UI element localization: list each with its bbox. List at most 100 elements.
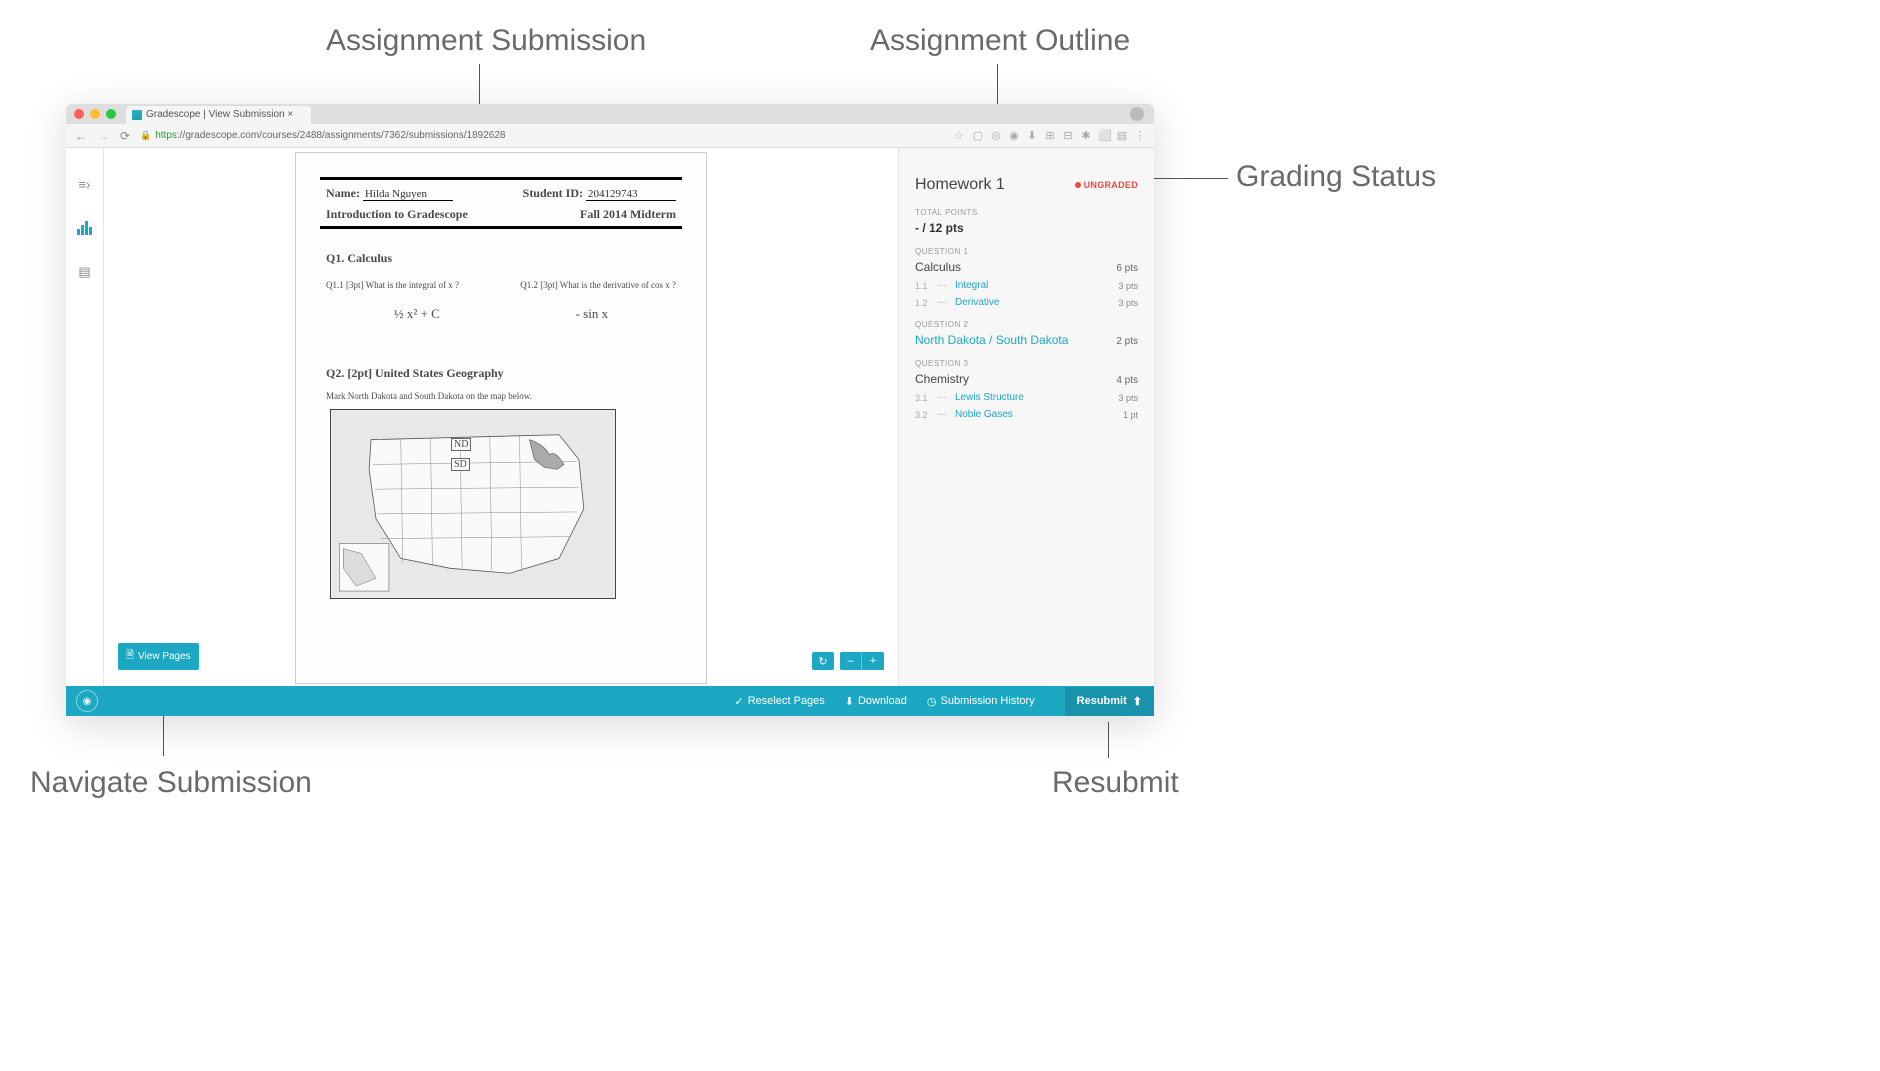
dash-icon: — — [937, 409, 947, 420]
tab-title: Gradescope | View Submission × — [146, 106, 293, 124]
upload-icon: ⬆ — [1133, 695, 1142, 708]
dash-icon: — — [937, 297, 947, 308]
resubmit-button[interactable]: Resubmit ⬆ — [1065, 687, 1154, 716]
q3-2-pts: 1 pt — [1123, 410, 1138, 420]
q3-1-pts: 3 pts — [1118, 393, 1138, 403]
profile-avatar-icon[interactable] — [1130, 107, 1144, 121]
q3-1-link[interactable]: Lewis Structure — [955, 392, 1110, 403]
browser-tab[interactable]: Gradescope | View Submission × — [126, 106, 311, 124]
assignment-title: Homework 1 — [915, 176, 1005, 194]
view-pages-label: View Pages — [138, 651, 191, 662]
q2-title: Q2. [2pt] United States Geography — [326, 366, 676, 381]
q1-answers: ½ x² + C - sin x — [326, 306, 676, 322]
callout-submission: Assignment Submission — [326, 24, 646, 58]
q2-label: QUESTION 2 — [915, 320, 1138, 329]
download-icon: ⬇ — [845, 695, 854, 708]
q1-pts: 6 pts — [1116, 263, 1138, 274]
q1-2-prompt: Q1.2 [3pt] What is the derivative of cos… — [520, 280, 676, 290]
maximize-window-button[interactable] — [106, 109, 116, 119]
q2-desc: Mark North Dakota and South Dakota on th… — [326, 391, 676, 401]
q3-label: QUESTION 3 — [915, 359, 1138, 368]
browser-window: Gradescope | View Submission × ← → ⟳ 🔒 h… — [66, 104, 1154, 716]
zoom-in-button[interactable]: + — [862, 652, 884, 670]
q3-pts: 4 pts — [1116, 375, 1138, 386]
q1-name: Calculus — [915, 260, 961, 274]
outline-header: Homework 1 UNGRADED — [915, 176, 1138, 194]
history-label: Submission History — [941, 695, 1035, 707]
view-pages-button[interactable]: 🗎 View Pages — [118, 643, 199, 670]
clock-icon: ◷ — [927, 695, 937, 708]
course-title: Introduction to Gradescope — [326, 207, 468, 222]
url-protocol: https — [155, 130, 177, 141]
menu-icon[interactable]: ⋮ — [1134, 129, 1146, 142]
dash-icon: — — [937, 392, 947, 403]
document-viewer: Name: Hilda Nguyen Student ID: 204129743… — [104, 148, 898, 686]
callout-grading-status: Grading Status — [1236, 160, 1436, 194]
q2-link[interactable]: North Dakota / South Dakota — [915, 333, 1068, 347]
q1-1-link[interactable]: Integral — [955, 280, 1110, 291]
q2-pts: 2 pts — [1116, 336, 1138, 347]
ext-icon[interactable]: ⬇ — [1026, 129, 1038, 142]
callout-outline: Assignment Outline — [870, 24, 1130, 58]
callout-navigate: Navigate Submission — [30, 766, 312, 800]
term-label: Fall 2014 Midterm — [580, 207, 676, 222]
user-icon[interactable]: ◉ — [76, 690, 98, 712]
rotate-button[interactable]: ↻ — [812, 652, 834, 670]
left-sidebar: ≡› ▤ — [66, 148, 104, 686]
q3-2-link[interactable]: Noble Gases — [955, 409, 1115, 420]
titlebar: Gradescope | View Submission × — [66, 104, 1154, 124]
reload-button[interactable]: ⟳ — [118, 129, 132, 143]
doc-title-row: Introduction to Gradescope Fall 2014 Mid… — [326, 203, 676, 226]
map-nd-label: ND — [451, 438, 471, 451]
close-window-button[interactable] — [74, 109, 84, 119]
student-name: Hilda Nguyen — [363, 188, 453, 201]
back-button[interactable]: ← — [74, 129, 88, 143]
stats-icon[interactable] — [77, 220, 93, 236]
zoom-out-button[interactable]: – — [840, 652, 862, 670]
callout-line — [1108, 722, 1109, 758]
submission-page[interactable]: Name: Hilda Nguyen Student ID: 204129743… — [295, 152, 707, 684]
total-points-label: TOTAL POINTS — [915, 208, 1138, 217]
student-id: 204129743 — [586, 188, 676, 201]
star-icon[interactable]: ☆ — [954, 129, 964, 142]
map-sd-label: SD — [451, 458, 470, 471]
ext-icon[interactable]: ✱ — [1080, 129, 1092, 142]
doc-header: Name: Hilda Nguyen Student ID: 204129743 — [326, 180, 676, 203]
extension-icons: ▢ ◎ ◉ ⬇ ⊞ ⊟ ✱ ⬜ ▤ ⋮ — [972, 129, 1146, 142]
url-path: ://gradescope.com/courses/2488/assignmen… — [177, 130, 506, 141]
tab-favicon — [132, 110, 142, 120]
browser-toolbar: ← → ⟳ 🔒 https://gradescope.com/courses/2… — [66, 124, 1154, 148]
lock-icon: 🔒 — [140, 130, 151, 141]
download-button[interactable]: ⬇ Download — [845, 695, 907, 708]
q1-2-pts: 3 pts — [1118, 298, 1138, 308]
forward-button[interactable]: → — [96, 129, 110, 143]
ext-icon[interactable]: ⊞ — [1044, 129, 1056, 142]
assignment-outline-panel: Homework 1 UNGRADED TOTAL POINTS - / 12 … — [898, 148, 1154, 686]
zoom-controls: ↻ – + — [812, 652, 884, 670]
document-icon: 🗎 — [126, 648, 134, 665]
sub-num: 3.1 — [915, 393, 929, 403]
status-dot-icon — [1075, 182, 1081, 188]
ext-icon[interactable]: ◉ — [1008, 129, 1020, 142]
submission-history-button[interactable]: ◷ Submission History — [927, 695, 1035, 708]
callout-resubmit: Resubmit — [1052, 766, 1179, 800]
check-icon: ✓ — [735, 695, 744, 708]
id-label: Student ID: — [523, 186, 583, 200]
ext-icon[interactable]: ▢ — [972, 129, 984, 142]
ext-icon[interactable]: ⬜ — [1098, 129, 1110, 142]
callout-line — [1150, 178, 1228, 179]
list-icon[interactable]: ▤ — [77, 264, 93, 280]
ext-icon[interactable]: ▤ — [1116, 129, 1128, 142]
menu-expand-icon[interactable]: ≡› — [77, 176, 93, 192]
doc-rule — [320, 226, 682, 229]
grading-status-badge: UNGRADED — [1075, 180, 1138, 190]
q1-2-link[interactable]: Derivative — [955, 297, 1110, 308]
q3-name: Chemistry — [915, 372, 969, 386]
ext-icon[interactable]: ◎ — [990, 129, 1002, 142]
reselect-pages-button[interactable]: ✓ Reselect Pages — [735, 695, 825, 708]
reselect-label: Reselect Pages — [748, 695, 825, 707]
address-bar[interactable]: 🔒 https://gradescope.com/courses/2488/as… — [140, 130, 946, 141]
q1-1-prompt: Q1.1 [3pt] What is the integral of x ? — [326, 280, 459, 290]
ext-icon[interactable]: ⊟ — [1062, 129, 1074, 142]
minimize-window-button[interactable] — [90, 109, 100, 119]
